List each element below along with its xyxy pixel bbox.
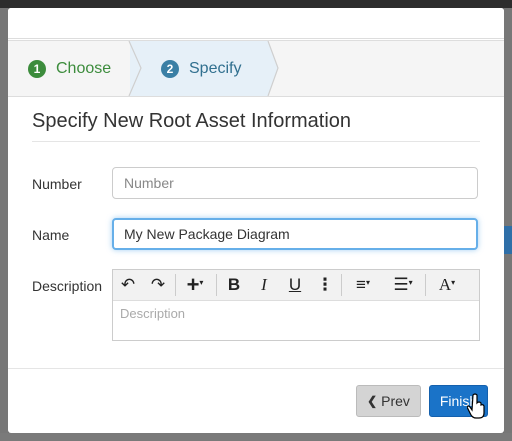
- align-dropdown-icon[interactable]: ≡▾: [347, 270, 379, 300]
- description-placeholder[interactable]: Description: [120, 306, 185, 321]
- step-divider-icon: [128, 41, 142, 96]
- description-editor: ↶ ↷ +▾ B I U ⋮ ≡▾ ☰▾ A▾ Description: [112, 269, 480, 341]
- backdrop-bottom: [0, 433, 512, 441]
- more-options-icon[interactable]: ⋮: [315, 270, 335, 300]
- toolbar-divider: [341, 274, 342, 296]
- underline-icon[interactable]: U: [284, 270, 306, 300]
- step-label: Choose: [56, 59, 112, 77]
- prev-button[interactable]: ❮ Prev: [356, 385, 421, 417]
- number-input[interactable]: [112, 167, 478, 199]
- dialog-body: Specify New Root Asset Information Numbe…: [8, 96, 504, 376]
- step-specify[interactable]: 2 Specify: [161, 41, 241, 96]
- prev-label: Prev: [381, 393, 410, 409]
- backdrop-left: [0, 8, 8, 441]
- name-label: Name: [32, 227, 70, 243]
- toolbar-divider: [425, 274, 426, 296]
- step-choose[interactable]: 1 Choose: [28, 41, 111, 96]
- backdrop-button: [504, 226, 512, 254]
- toolbar-divider: [216, 274, 217, 296]
- description-label: Description: [32, 278, 103, 294]
- form-title: Specify New Root Asset Information: [32, 110, 480, 142]
- redo-icon[interactable]: ↷: [147, 270, 169, 300]
- dialog-footer: ❮ Prev Finish: [8, 368, 504, 433]
- dialog-header: [8, 8, 504, 39]
- toolbar-divider: [175, 274, 176, 296]
- step-number-badge: 1: [28, 59, 46, 78]
- new-root-asset-dialog: 1 Choose 2 Specify Specify New Root Asse…: [8, 8, 504, 433]
- backdrop-right: [504, 8, 512, 441]
- wizard-steps: 1 Choose 2 Specify: [8, 40, 504, 97]
- number-label: Number: [32, 176, 82, 192]
- hand-cursor-icon: [467, 393, 485, 419]
- font-dropdown-icon[interactable]: A▾: [431, 270, 463, 300]
- undo-icon[interactable]: ↶: [117, 270, 139, 300]
- chevron-left-icon: ❮: [367, 394, 378, 408]
- editor-toolbar: ↶ ↷ +▾ B I U ⋮ ≡▾ ☰▾ A▾: [113, 270, 479, 301]
- step-divider-icon: [260, 41, 279, 96]
- name-input[interactable]: [112, 218, 478, 250]
- italic-icon[interactable]: I: [253, 270, 275, 300]
- bold-icon[interactable]: B: [223, 270, 245, 300]
- backdrop-top: [0, 0, 512, 8]
- list-dropdown-icon[interactable]: ☰▾: [386, 270, 420, 300]
- step-number-badge: 2: [161, 59, 179, 78]
- insert-dropdown-icon[interactable]: +▾: [180, 270, 210, 300]
- step-label: Specify: [189, 59, 242, 77]
